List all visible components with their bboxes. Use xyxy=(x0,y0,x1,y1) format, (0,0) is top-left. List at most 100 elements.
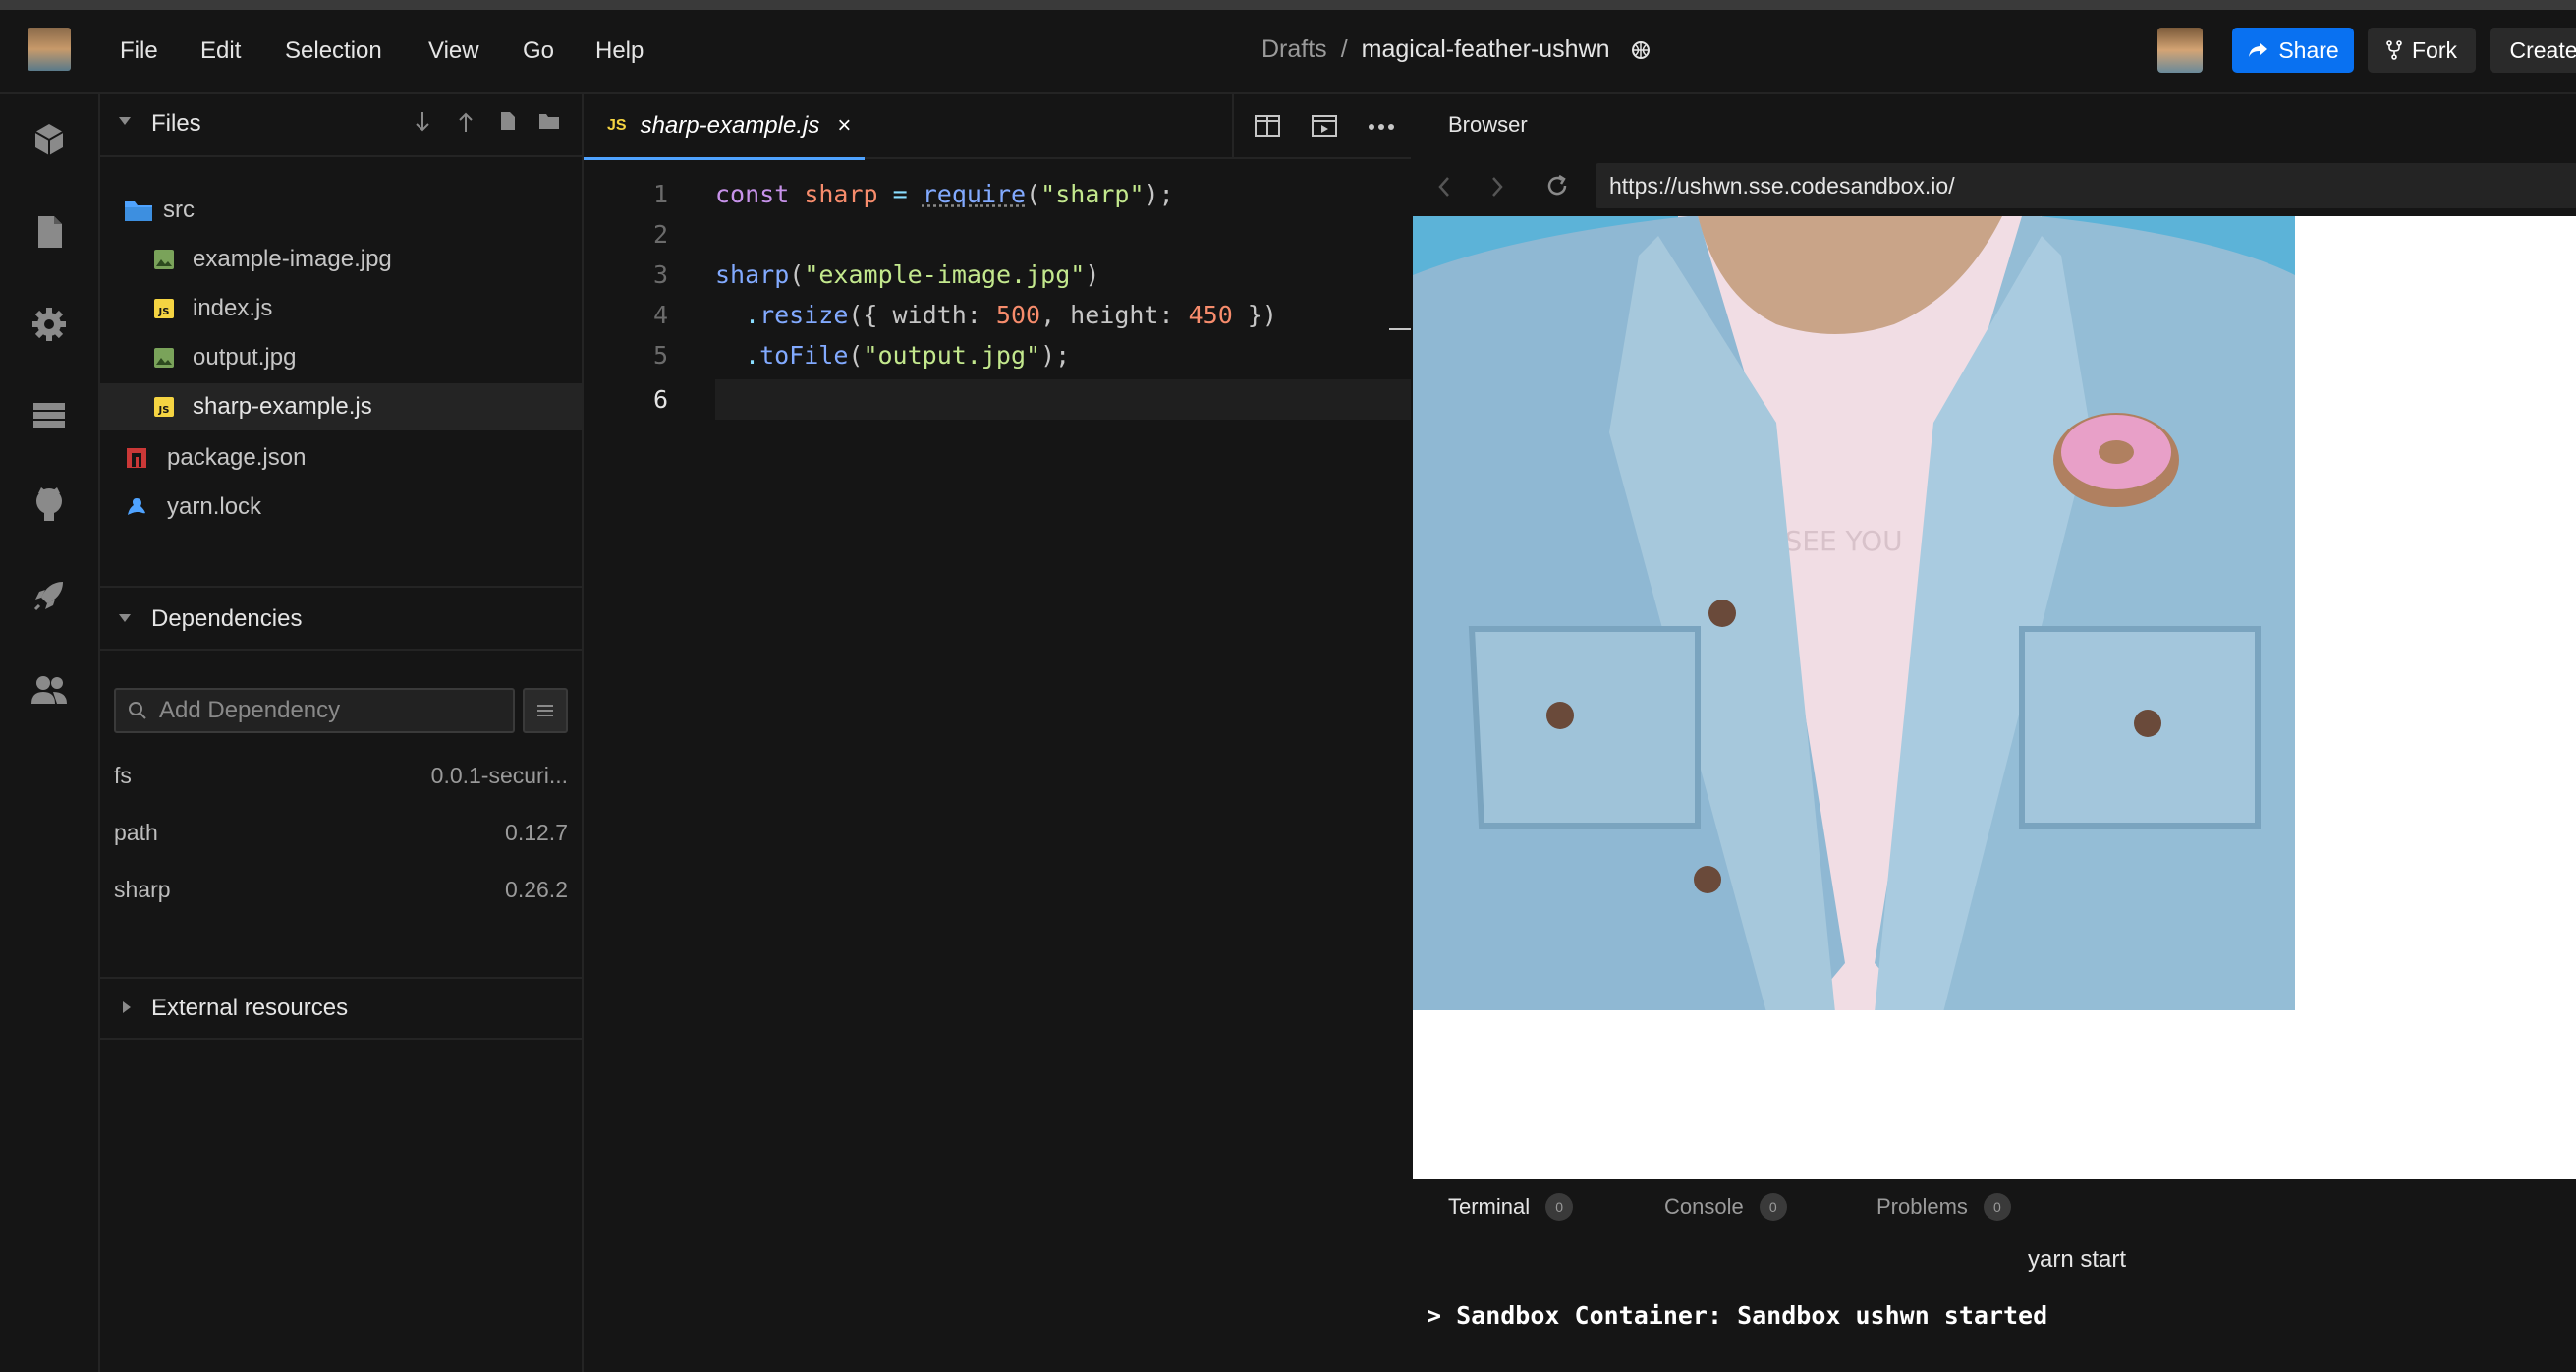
menu-go[interactable]: Go xyxy=(523,37,554,65)
code-line-6[interactable]: 6 xyxy=(584,379,715,420)
code-line-1[interactable]: 1 const sharp = require("sharp"); xyxy=(584,174,1411,214)
code-text: .toFile("output.jpg"); xyxy=(745,341,1071,370)
denim-jacket-photo: I SEE YOU xyxy=(1413,216,2295,1010)
server-icon[interactable] xyxy=(29,395,69,434)
cube-icon[interactable] xyxy=(29,120,69,159)
line-number: 3 xyxy=(652,260,668,289)
tree-file-output[interactable]: output.jpg xyxy=(100,334,582,381)
tab-console[interactable]: Console 0 xyxy=(1664,1193,1787,1221)
new-folder-icon[interactable] xyxy=(538,112,560,130)
external-divider-bottom xyxy=(100,1038,582,1040)
tree-file-package-json[interactable]: package.json xyxy=(100,434,582,482)
dependencies-divider-top xyxy=(100,586,582,588)
create-button[interactable]: Create xyxy=(2490,28,2576,73)
gear-icon[interactable] xyxy=(29,305,69,344)
create-label: Create xyxy=(2509,36,2576,63)
files-title[interactable]: Files xyxy=(151,110,201,138)
image-file-icon xyxy=(153,347,175,369)
code-line-3[interactable]: 3 sharp("example-image.jpg") xyxy=(584,255,1411,295)
fork-button[interactable]: Fork xyxy=(2368,28,2476,73)
menu-edit[interactable]: Edit xyxy=(200,37,241,65)
new-file-icon[interactable] xyxy=(499,110,517,132)
file-icon[interactable] xyxy=(29,212,69,252)
tree-file-index-js[interactable]: JS index.js xyxy=(100,285,582,332)
share-label: Share xyxy=(2278,36,2339,63)
line-number: 1 xyxy=(652,180,668,208)
dependency-name: fs xyxy=(114,763,132,788)
line-number: 5 xyxy=(652,341,668,370)
browser-panel: Browser https://ushwn.sse.codesandbox.io… xyxy=(1411,94,2576,1372)
split-editor-icon[interactable] xyxy=(1254,114,1281,138)
files-collapse-icon[interactable] xyxy=(118,114,132,133)
menu-file[interactable]: File xyxy=(120,37,158,65)
user-avatar[interactable] xyxy=(2157,28,2203,73)
tab-problems[interactable]: Problems 0 xyxy=(1876,1193,2011,1221)
search-icon xyxy=(128,701,147,720)
current-line-highlight xyxy=(715,379,1411,420)
sort-down-icon[interactable] xyxy=(413,110,432,134)
sort-up-icon[interactable] xyxy=(456,110,476,134)
count-badge: 0 xyxy=(1983,1193,2011,1221)
github-icon[interactable] xyxy=(29,484,69,523)
tab-label: Console xyxy=(1664,1194,1744,1219)
fork-label: Fork xyxy=(2412,36,2457,63)
refresh-icon[interactable] xyxy=(1544,173,1570,199)
line-number: 4 xyxy=(652,301,668,329)
team-icon[interactable] xyxy=(29,670,69,710)
dependency-row-fs[interactable]: fs 0.0.1-securi... xyxy=(114,763,568,789)
tab-label: Terminal xyxy=(1448,1194,1531,1219)
external-expand-icon[interactable] xyxy=(120,1000,134,1019)
url-bar[interactable]: https://ushwn.sse.codesandbox.io/ xyxy=(1596,163,2576,208)
menu-help[interactable]: Help xyxy=(595,37,644,65)
tab-label: Problems xyxy=(1876,1194,1968,1219)
add-dependency-field[interactable] xyxy=(114,688,515,733)
dependencies-title[interactable]: Dependencies xyxy=(151,605,302,633)
minimap-indicator xyxy=(1389,328,1411,330)
image-file-icon xyxy=(153,249,175,270)
url-text: https://ushwn.sse.codesandbox.io/ xyxy=(1609,172,1955,199)
terminal-command[interactable]: yarn start xyxy=(2028,1246,2126,1274)
dependency-version: 0.12.7 xyxy=(505,820,568,845)
more-options-icon[interactable] xyxy=(1368,124,1395,130)
tree-file-sharp-example[interactable]: JS sharp-example.js xyxy=(100,383,582,430)
external-resources-title[interactable]: External resources xyxy=(151,995,348,1022)
output-image: I SEE YOU xyxy=(1413,216,2295,1010)
tree-folder-src[interactable]: src xyxy=(100,187,582,234)
dependencies-collapse-icon[interactable] xyxy=(118,611,132,630)
rocket-icon[interactable] xyxy=(29,576,69,615)
svg-text:JS: JS xyxy=(158,307,170,317)
code-text: const sharp = require("sharp"); xyxy=(715,180,1174,208)
menu-view[interactable]: View xyxy=(428,37,479,65)
tree-item-label: output.jpg xyxy=(193,344,297,371)
tree-item-label: index.js xyxy=(193,295,273,321)
editor-tab-bar: JS sharp-example.js × xyxy=(584,94,1411,160)
back-icon[interactable] xyxy=(1436,175,1452,199)
breadcrumb-folder[interactable]: Drafts xyxy=(1261,35,1327,63)
svg-text:JS: JS xyxy=(158,405,170,416)
code-text: sharp("example-image.jpg") xyxy=(715,260,1100,289)
menu-selection[interactable]: Selection xyxy=(285,37,382,65)
preview-icon[interactable] xyxy=(1311,114,1338,138)
code-line-4[interactable]: 4 .resize({ width: 500, height: 450 }) xyxy=(584,295,1411,335)
dependency-row-path[interactable]: path 0.12.7 xyxy=(114,820,568,846)
close-icon[interactable]: × xyxy=(837,112,851,140)
tree-file-yarn-lock[interactable]: yarn.lock xyxy=(100,484,582,531)
globe-icon[interactable] xyxy=(1631,40,1651,60)
tab-terminal[interactable]: Terminal 0 xyxy=(1448,1193,1574,1221)
browser-title: Browser xyxy=(1448,112,1528,137)
add-dependency-input[interactable] xyxy=(157,696,495,725)
share-button[interactable]: Share xyxy=(2232,28,2354,73)
avatar[interactable] xyxy=(28,28,71,71)
editor-tab-sharp-example[interactable]: JS sharp-example.js × xyxy=(584,94,865,160)
files-divider xyxy=(100,155,582,157)
activity-bar xyxy=(0,94,100,1372)
dependency-row-sharp[interactable]: sharp 0.26.2 xyxy=(114,877,568,903)
tree-item-label: package.json xyxy=(167,444,307,471)
sandbox-name[interactable]: magical-feather-ushwn xyxy=(1362,35,1610,63)
tree-file-example-image[interactable]: example-image.jpg xyxy=(100,236,582,283)
sidebar: Files src example-image.jpg JS index.js … xyxy=(100,94,584,1372)
code-line-5[interactable]: 5 .toFile("output.jpg"); xyxy=(584,335,1411,375)
forward-icon[interactable] xyxy=(1489,175,1505,199)
code-line-2[interactable]: 2 xyxy=(584,214,1411,255)
dependency-menu-button[interactable] xyxy=(523,688,568,733)
